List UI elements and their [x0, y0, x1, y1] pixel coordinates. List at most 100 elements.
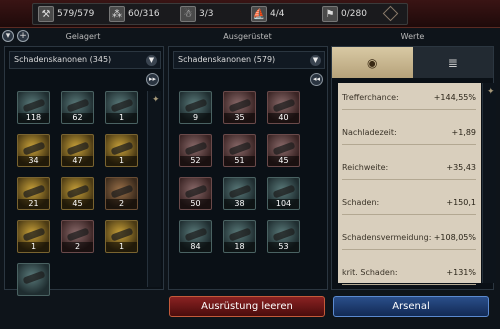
resource-value: 3/3: [199, 9, 214, 19]
chevron-down-icon: ▼: [310, 55, 321, 66]
cannon-slot[interactable]: 9: [179, 91, 212, 124]
cannon-slot[interactable]: 50: [179, 177, 212, 210]
cannon-slot[interactable]: 2: [61, 220, 94, 253]
stat-value: +108,05%: [433, 233, 476, 242]
scroll-marker-icon: ✦: [152, 95, 160, 105]
cannon-slot[interactable]: 118: [17, 91, 50, 124]
resource-value: 60/316: [128, 9, 160, 19]
cannon-icon: [22, 227, 46, 242]
cannon-slot[interactable]: 62: [61, 91, 94, 124]
cannon-slot[interactable]: 45: [267, 134, 300, 167]
stat-value: +144,55%: [433, 93, 476, 102]
cannon-icon: [228, 184, 252, 199]
cannon-slot[interactable]: 38: [223, 177, 256, 210]
resource-cannons: ⚒ 579/579: [33, 6, 104, 22]
stat-divider: [342, 284, 476, 285]
cargo-icon: ⚑: [322, 6, 338, 22]
resource-value: 0/280: [341, 9, 367, 19]
cannon-slot[interactable]: 51: [223, 134, 256, 167]
cannon-slot[interactable]: 34: [17, 134, 50, 167]
stored-category-dropdown[interactable]: Schadenskanonen (345) ▼: [9, 51, 161, 69]
cannon-slot[interactable]: 52: [179, 134, 212, 167]
item-count: 1: [106, 113, 137, 123]
cannon-icon: [184, 184, 208, 199]
cannon-slot[interactable]: 2: [105, 177, 138, 210]
resource-crew: ☃ 3/3: [175, 6, 246, 22]
cannon-icon: [22, 98, 46, 113]
resource-sails: ⛵ 4/4: [246, 6, 317, 22]
equipped-category-dropdown[interactable]: Schadenskanonen (579) ▼: [173, 51, 325, 69]
next-page-button[interactable]: ▸▸: [146, 73, 159, 86]
cannon-slot[interactable]: 53: [267, 220, 300, 253]
cannon-slot[interactable]: 45: [61, 177, 94, 210]
item-count: 34: [18, 156, 49, 166]
arsenal-button[interactable]: Arsenal: [333, 296, 489, 317]
crew-icon: ☃: [180, 6, 196, 22]
equipped-header: Ausgerüstet: [223, 31, 272, 41]
list-icon: ≣: [447, 55, 458, 70]
cannon-slot[interactable]: 21: [17, 177, 50, 210]
equipped-panel: Schadenskanonen (579) ▼ ◂◂ 9 35 40 52 51 45 50…: [168, 46, 328, 290]
stats-panel: ◉ ≣ Trefferchance: +144,55% Nachladezeit: +…: [331, 46, 496, 290]
cannon-slot[interactable]: [17, 263, 50, 296]
sail-icon: ⛵: [251, 6, 267, 22]
cannon-slot[interactable]: 84: [179, 220, 212, 253]
cannon-icon: [272, 141, 296, 156]
cannon-icon: [66, 98, 90, 113]
resource-cargo: ⚑ 0/280: [317, 6, 388, 22]
cannon-slot[interactable]: 47: [61, 134, 94, 167]
prev-page-button[interactable]: ◂◂: [310, 73, 323, 86]
cannon-icon: [272, 98, 296, 113]
resource-value: 4/4: [270, 9, 285, 19]
cannon-icon: [110, 227, 134, 242]
stored-scrollbar[interactable]: ✦: [147, 91, 161, 287]
cannon-icon: [66, 227, 90, 242]
stat-divider: [342, 144, 476, 145]
cannon-slot[interactable]: 1: [17, 220, 50, 253]
cannon-slot[interactable]: 104: [267, 177, 300, 210]
cannon-slot[interactable]: 18: [223, 220, 256, 253]
item-count: 1: [106, 156, 137, 166]
stat-label: krit. Schaden:: [342, 268, 398, 277]
stat-row: Schaden: +150,1: [338, 194, 481, 215]
stats-list: Trefferchance: +144,55% Nachladezeit: +1,89…: [338, 83, 481, 285]
stat-divider: [342, 109, 476, 110]
stat-label: Trefferchance:: [342, 93, 399, 102]
tab-overview[interactable]: ◉: [332, 47, 413, 78]
scroll-marker-icon: ✦: [487, 87, 495, 97]
item-count: 21: [18, 199, 49, 209]
ammo-icon: ⁂: [109, 6, 125, 22]
stat-value: +1,89: [451, 128, 476, 137]
chevron-down-icon: ▼: [146, 55, 157, 66]
stat-divider: [342, 179, 476, 180]
item-count: 9: [180, 113, 211, 123]
stat-row: krit. Schaden: +131%: [338, 264, 481, 285]
stats-tabs: ◉ ≣: [332, 47, 493, 78]
stat-divider: [342, 214, 476, 215]
stored-panel: Schadenskanonen (345) ▼ ▸▸ ✦ 118 62 1 34 47 1…: [4, 46, 164, 296]
cannon-slot[interactable]: 35: [223, 91, 256, 124]
item-count: 2: [62, 242, 93, 252]
item-count: 50: [180, 199, 211, 209]
cannon-slot[interactable]: 40: [267, 91, 300, 124]
tab-details[interactable]: ≣: [412, 47, 493, 78]
clear-equipment-button[interactable]: Ausrüstung leeren: [169, 296, 325, 317]
stats-header: Werte: [400, 31, 425, 41]
cannon-slot[interactable]: 1: [105, 91, 138, 124]
item-count: 62: [62, 113, 93, 123]
stats-scrollbar[interactable]: ✦: [482, 83, 496, 283]
cannon-icon: [228, 227, 252, 242]
cannon-icon: ⚒: [38, 6, 54, 22]
item-count: 104: [268, 199, 299, 209]
cannon-slot[interactable]: 1: [105, 134, 138, 167]
stat-row: Schadensvermeidung: +108,05%: [338, 229, 481, 250]
cannon-slot[interactable]: 1: [105, 220, 138, 253]
stat-value: +35,43: [446, 163, 476, 172]
stat-row: Reichweite: +35,43: [338, 159, 481, 180]
resource-bar: ⚒ 579/579 ⁂ 60/316 ☃ 3/3 ⛵ 4/4 ⚑ 0/280: [0, 0, 500, 28]
stat-label: Schaden:: [342, 198, 380, 207]
item-count: 35: [224, 113, 255, 123]
stat-label: Schadensvermeidung:: [342, 233, 432, 242]
resource-value: 579/579: [57, 9, 95, 19]
cannon-icon: [228, 98, 252, 113]
